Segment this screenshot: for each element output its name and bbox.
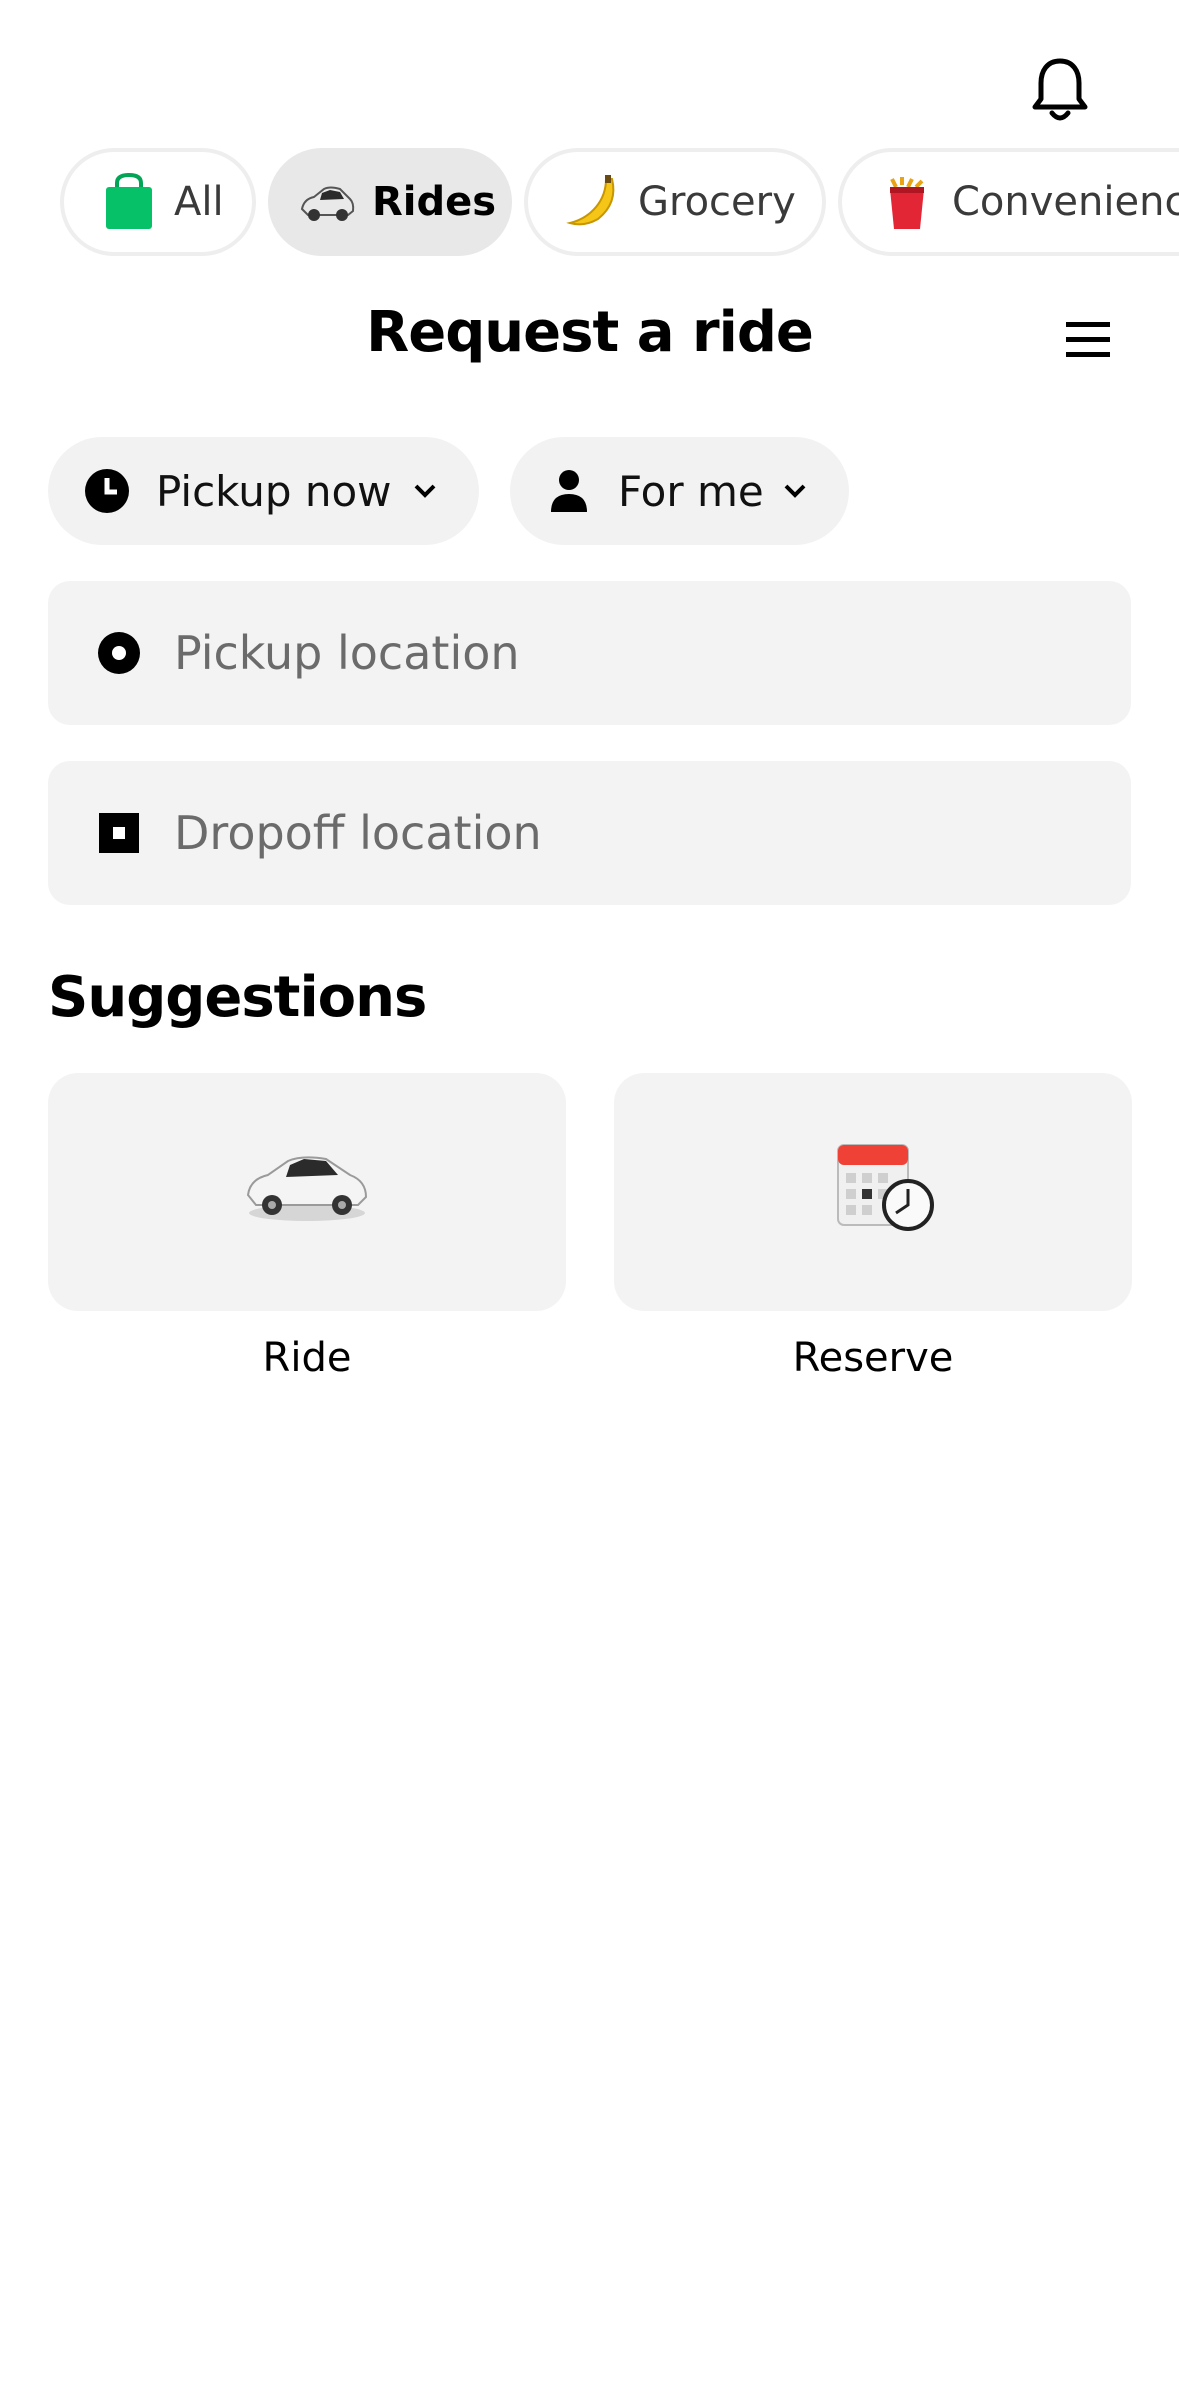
suggestion-reserve-label: Reserve [792,1335,954,1381]
tab-all[interactable]: All [60,148,256,256]
suggestion-ride-card[interactable] [48,1073,566,1311]
pickup-time-dropdown[interactable]: Pickup now [48,437,479,545]
tab-rides-label: Rides [372,179,497,225]
dropoff-location-placeholder: Dropoff location [174,806,542,860]
snack-icon [890,177,924,229]
suggestion-reserve-card[interactable] [614,1073,1132,1311]
clock-icon [85,469,129,513]
shopping-bag-icon [106,173,152,229]
car-icon [300,186,355,221]
rider-label: For me [618,466,764,516]
bell-icon[interactable] [1030,55,1090,125]
hamburger-menu-icon[interactable] [1064,320,1112,360]
chevron-down-icon [414,484,436,498]
calendar-clock-icon [837,1144,934,1231]
suggestions-title: Suggestions [48,965,427,1030]
pickup-dot-icon [98,632,140,674]
pickup-location-placeholder: Pickup location [174,626,520,680]
category-tabs: All Rides Grocery Convenience [0,148,1179,256]
rider-dropdown[interactable]: For me [510,437,849,545]
chevron-down-icon [784,484,806,498]
dropoff-square-icon [99,813,139,853]
tab-grocery-label: Grocery [638,179,796,225]
pickup-time-label: Pickup now [156,466,392,516]
tab-all-label: All [174,179,224,225]
pickup-location-input[interactable]: Pickup location [48,581,1131,725]
page-title: Request a ride [366,300,814,365]
tab-convenience[interactable]: Convenience [838,148,1179,256]
banana-icon [566,175,615,226]
person-icon [551,470,587,512]
tab-rides[interactable]: Rides [268,148,512,256]
car-icon [246,1156,368,1221]
suggestion-ride-label: Ride [262,1335,352,1381]
tab-grocery[interactable]: Grocery [524,148,826,256]
dropoff-location-input[interactable]: Dropoff location [48,761,1131,905]
tab-convenience-label: Convenience [952,179,1179,225]
